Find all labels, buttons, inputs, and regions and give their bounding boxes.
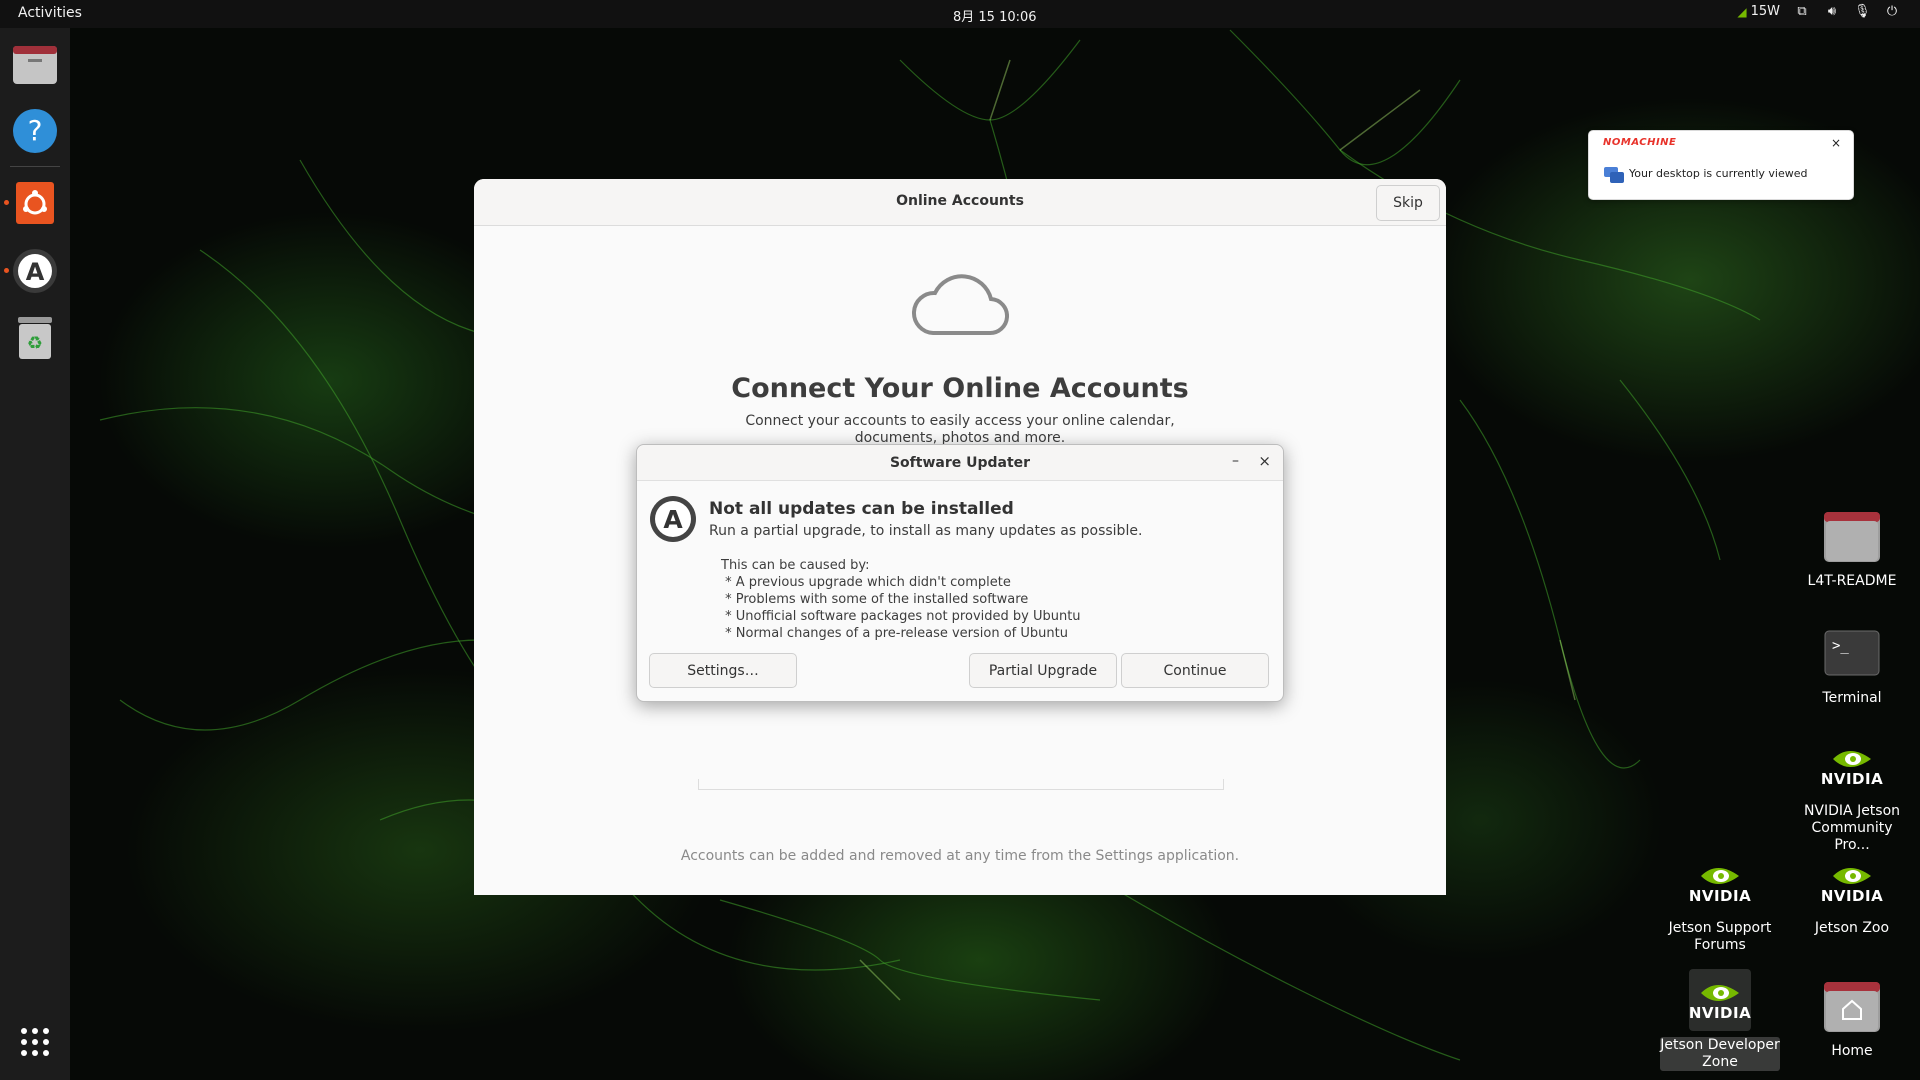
nomachine-logo: NOMACHINE: [1603, 137, 1677, 148]
online-accounts-footer: Accounts can be added and removed at any…: [680, 848, 1240, 864]
nomachine-notification[interactable]: NOMACHINE × Your desktop is currently vi…: [1588, 130, 1854, 200]
power-icon[interactable]: ⏻: [1884, 4, 1900, 19]
desktop-icon-label: Jetson Support Forums: [1668, 920, 1772, 953]
svg-text:>_: >_: [1832, 638, 1849, 654]
cause-item: * Unofficial software packages not provi…: [721, 609, 1081, 624]
system-tray[interactable]: ◢ 15W ⧉ 🔊︎ 🎙︎ ⏻: [1737, 4, 1900, 19]
cause-item: * A previous upgrade which didn't comple…: [721, 575, 1011, 590]
running-indicator: [4, 268, 9, 273]
desktop-icon-nvidia-community[interactable]: NVIDIA NVIDIA Jetson Community Pro...: [1792, 735, 1912, 854]
cause-item: * Problems with some of the installed so…: [721, 592, 1029, 607]
svg-text:A: A: [26, 258, 45, 286]
software-updater-icon[interactable]: A: [11, 247, 59, 295]
updater-subheading: Run a partial upgrade, to install as man…: [709, 523, 1143, 539]
minimize-button[interactable]: –: [1232, 453, 1239, 469]
notification-message: Your desktop is currently viewed: [1629, 167, 1808, 180]
desktop-icon-label: NVIDIA Jetson Community Pro...: [1803, 803, 1901, 853]
svg-text:♻: ♻: [27, 333, 43, 354]
desktop-icon-label: L4T-README: [1807, 573, 1897, 589]
online-accounts-heading: Connect Your Online Accounts: [731, 373, 1189, 404]
nvidia-logo-icon: NVIDIA: [1821, 735, 1883, 797]
dock: ? A ♻: [0, 28, 70, 1080]
volume-icon[interactable]: 🔊︎: [1824, 4, 1840, 19]
close-button[interactable]: ×: [1258, 452, 1271, 470]
top-bar: Activities 8月 15 10:06 ◢ 15W ⧉ 🔊︎ 🎙︎ ⏻: [0, 0, 1920, 28]
nvidia-icon: ◢: [1737, 4, 1747, 19]
desktop-icon-terminal[interactable]: >_ Terminal: [1792, 622, 1912, 707]
software-updater-icon: A: [649, 495, 697, 547]
nvidia-logo-icon: NVIDIA: [1821, 852, 1883, 914]
power-mode-indicator[interactable]: ◢ 15W: [1737, 4, 1780, 19]
running-indicator: [4, 200, 9, 205]
software-updater-dialog: Software Updater – × A Not all updates c…: [636, 444, 1284, 702]
power-mode-label: 15W: [1750, 4, 1780, 19]
ubuntu-software-icon[interactable]: [11, 179, 59, 227]
microphone-icon[interactable]: 🎙︎: [1854, 4, 1871, 19]
activities-button[interactable]: Activities: [18, 5, 82, 21]
svg-text:A: A: [663, 505, 683, 534]
online-accounts-title: Online Accounts: [896, 193, 1024, 209]
desktop-icon-label: Home: [1831, 1043, 1873, 1059]
causes-list: This can be caused by: * A previous upgr…: [721, 557, 1081, 642]
desktop-icon-label: Jetson Zoo: [1814, 920, 1890, 936]
dock-separator: [10, 166, 60, 167]
network-icon[interactable]: ⧉: [1794, 4, 1810, 19]
causes-intro: This can be caused by:: [721, 558, 870, 573]
accounts-list[interactable]: [698, 779, 1224, 790]
nvidia-logo-icon: NVIDIA: [1689, 969, 1751, 1031]
svg-text:?: ?: [28, 114, 43, 147]
screen-share-icon: [1603, 166, 1625, 188]
partial-upgrade-button[interactable]: Partial Upgrade: [969, 653, 1117, 688]
updater-heading: Not all updates can be installed: [709, 499, 1014, 519]
desktop-icon-label: Terminal: [1822, 690, 1882, 706]
notification-close-button[interactable]: ×: [1831, 136, 1841, 150]
desktop-icon-jetson-developer-zone[interactable]: NVIDIA Jetson Developer Zone: [1660, 969, 1780, 1071]
cause-item: * Normal changes of a pre-release versio…: [721, 626, 1068, 641]
settings-button[interactable]: Settings…: [649, 653, 797, 688]
nvidia-logo-icon: NVIDIA: [1689, 852, 1751, 914]
desktop-icon-l4t-readme[interactable]: L4T-README: [1792, 505, 1912, 590]
online-accounts-header: Online Accounts Skip: [474, 179, 1446, 226]
continue-button[interactable]: Continue: [1121, 653, 1269, 688]
desktop-icon-jetson-zoo[interactable]: NVIDIA Jetson Zoo: [1792, 852, 1912, 937]
software-updater-title: Software Updater: [889, 455, 1031, 471]
folder-icon: [1821, 505, 1883, 567]
files-icon[interactable]: [11, 40, 59, 88]
desktop-icon-jetson-support-forums[interactable]: NVIDIA Jetson Support Forums: [1660, 852, 1780, 954]
online-accounts-description: Connect your accounts to easily access y…: [745, 413, 1175, 446]
help-icon[interactable]: ?: [11, 107, 59, 155]
desktop-icon-label: Jetson Developer Zone: [1660, 1037, 1780, 1071]
app-grid-icon[interactable]: [11, 1018, 59, 1066]
software-updater-header: Software Updater – ×: [637, 445, 1283, 481]
home-folder-icon: [1821, 975, 1883, 1037]
trash-icon[interactable]: ♻: [11, 314, 59, 362]
clock[interactable]: 8月 15 10:06: [953, 6, 1037, 25]
cloud-icon: [911, 267, 1009, 343]
desktop-icon-home[interactable]: Home: [1792, 975, 1912, 1060]
skip-button[interactable]: Skip: [1376, 185, 1440, 221]
terminal-icon: >_: [1821, 622, 1883, 684]
